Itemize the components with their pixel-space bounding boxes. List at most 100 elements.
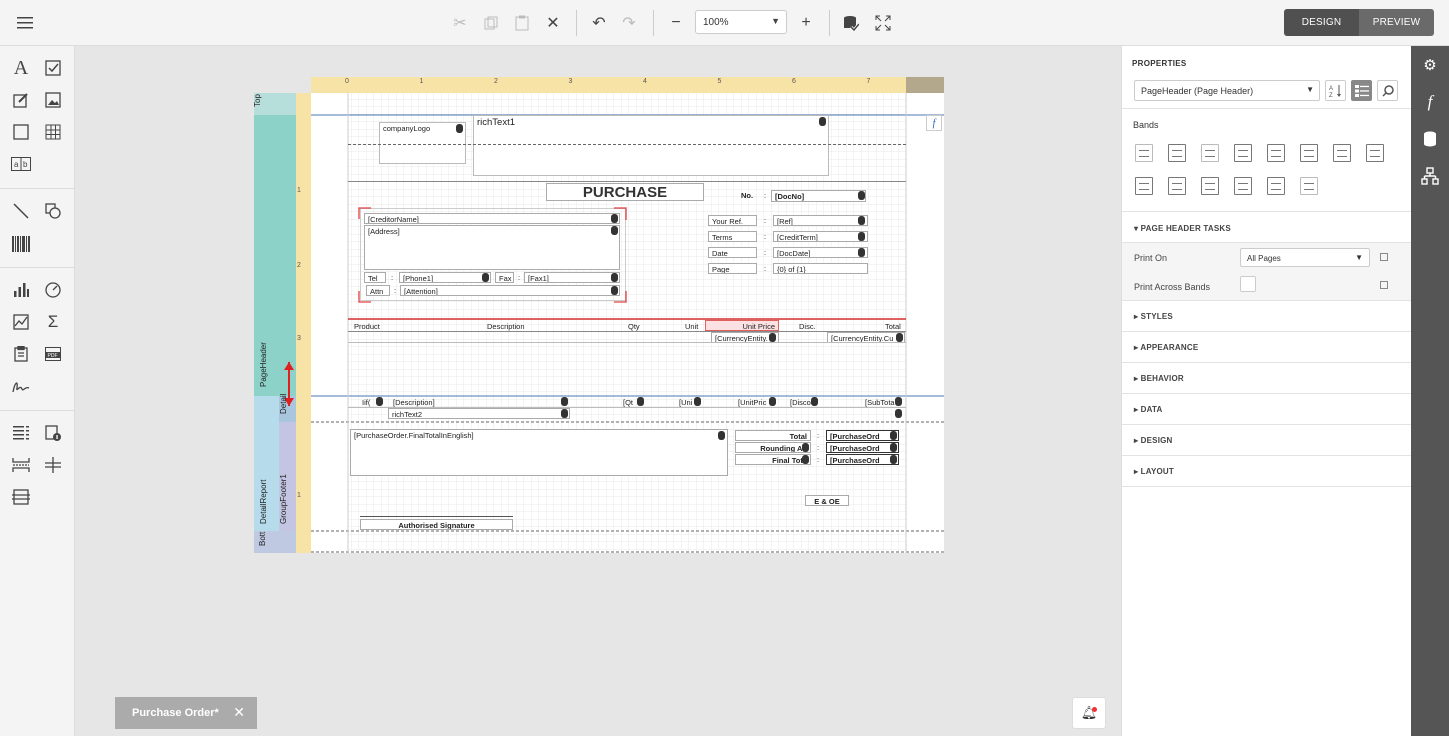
smart-tag-icon[interactable] — [896, 333, 903, 342]
page-header-band-icon[interactable] — [1201, 144, 1219, 162]
component-selector[interactable]: PageHeader (Page Header) ▼ — [1134, 80, 1320, 101]
smart-tag-icon[interactable] — [456, 124, 463, 133]
validate-bindings-icon[interactable] — [840, 12, 862, 34]
bottom-margin-band-icon[interactable] — [1168, 177, 1186, 195]
chart-tool-icon[interactable] — [9, 278, 33, 302]
doc-date-field[interactable]: [DocDate] — [773, 247, 868, 258]
smart-tag-icon[interactable] — [611, 226, 618, 235]
smart-tag-icon[interactable] — [895, 409, 902, 418]
page-header-tasks-header[interactable]: ▾ PAGE HEADER TASKS — [1122, 211, 1412, 243]
rich-text2-field[interactable]: richText2 — [388, 408, 570, 419]
tel-label[interactable]: Tel — [364, 272, 386, 283]
section-layout[interactable]: ▸ LAYOUT — [1122, 456, 1412, 487]
delete-icon[interactable]: ✕ — [542, 12, 564, 34]
section-design[interactable]: ▸ DESIGN — [1122, 425, 1412, 456]
vertical-total-band-icon[interactable] — [1300, 177, 1318, 195]
attention-field[interactable]: [Attention] — [400, 285, 620, 296]
expressions-icon[interactable]: f — [1420, 92, 1440, 112]
search-icon[interactable] — [1377, 80, 1398, 101]
section-appearance[interactable]: ▸ APPEARANCE — [1122, 332, 1412, 363]
field-list-database-icon[interactable] — [1420, 129, 1440, 149]
terms-label[interactable]: Terms — [708, 231, 757, 242]
group-header-band-icon[interactable] — [1234, 144, 1252, 162]
smart-tag-icon[interactable] — [376, 397, 383, 406]
section-behavior[interactable]: ▸ BEHAVIOR — [1122, 363, 1412, 394]
ref-field[interactable]: [Ref] — [773, 215, 868, 226]
smart-tag-icon[interactable] — [482, 273, 489, 282]
cross-band-box-tool-icon[interactable] — [9, 485, 33, 509]
shape-tool-icon[interactable] — [41, 199, 65, 223]
total-in-english-field[interactable]: [PurchaseOrder.FinalTotalInEnglish] — [350, 429, 728, 476]
fax-field[interactable]: [Fax1] — [524, 272, 620, 283]
checkbox-tool-icon[interactable] — [41, 56, 65, 80]
character-comb-tool-icon[interactable]: ab — [9, 152, 33, 176]
report-page[interactable]: 0 1 2 3 4 5 6 7 1 2 3 1 Top PageHeader Detail Deta… — [253, 77, 944, 553]
creditor-name-field[interactable]: [CreditorName] — [364, 213, 620, 224]
zoom-out-icon[interactable]: − — [665, 12, 687, 34]
smart-tag-icon[interactable] — [811, 397, 818, 406]
smart-tag-icon[interactable] — [890, 443, 897, 452]
smart-tag-icon[interactable] — [895, 397, 902, 406]
copy-icon[interactable] — [480, 12, 502, 34]
purchase-final-total-field[interactable]: [PurchaseOrd — [826, 454, 899, 465]
smart-tag-icon[interactable] — [611, 214, 618, 223]
subreport-tool-icon[interactable] — [9, 342, 33, 366]
redo-icon[interactable]: ↷ — [618, 12, 640, 34]
design-tab[interactable]: DESIGN — [1284, 9, 1359, 36]
smart-tag-icon[interactable] — [718, 431, 725, 440]
smart-tag-icon[interactable] — [890, 455, 897, 464]
page-info-field[interactable]: {0} of {1} — [773, 263, 868, 274]
eoe-label[interactable]: E & OE — [805, 495, 849, 506]
zoom-in-icon[interactable]: + — [795, 12, 817, 34]
report-header-band-icon[interactable] — [1168, 144, 1186, 162]
properties-gear-icon[interactable]: ⚙ — [1420, 55, 1440, 75]
print-across-bands-checkbox[interactable] — [1240, 276, 1256, 292]
preview-tab[interactable]: PREVIEW — [1359, 9, 1434, 36]
sort-alphabetical-icon[interactable]: AZ — [1325, 80, 1346, 101]
smart-tag-icon[interactable] — [819, 117, 826, 126]
close-tab-icon[interactable]: ✕ — [233, 704, 245, 721]
smart-tag-icon[interactable] — [858, 216, 865, 225]
line-tool-icon[interactable] — [9, 199, 33, 223]
panel-tool-icon[interactable] — [9, 120, 33, 144]
purchase-rounding-field[interactable]: [PurchaseOrd — [826, 442, 899, 453]
your-ref-label[interactable]: Your Ref. — [708, 215, 757, 226]
smart-tag-icon[interactable] — [561, 409, 568, 418]
page-label[interactable]: Page — [708, 263, 757, 274]
table-tool-icon[interactable] — [41, 120, 65, 144]
label-tool-icon[interactable]: A — [9, 56, 33, 80]
total-label[interactable]: Total — [735, 430, 811, 441]
page-break-tool-icon[interactable] — [9, 453, 33, 477]
smart-tag-icon[interactable] — [611, 273, 618, 282]
detail-report-band-icon[interactable] — [1300, 144, 1318, 162]
top-margin-band-icon[interactable] — [1135, 144, 1153, 162]
print-on-select[interactable]: All Pages ▼ — [1240, 248, 1370, 267]
fullscreen-icon[interactable] — [872, 12, 894, 34]
expression-badge-icon[interactable]: f — [926, 115, 942, 131]
categorized-view-icon[interactable] — [1351, 80, 1372, 101]
smart-tag-icon[interactable] — [769, 333, 776, 342]
smart-tag-icon[interactable] — [611, 286, 618, 295]
smart-tag-icon[interactable] — [858, 248, 865, 257]
credit-term-field[interactable]: [CreditTerm] — [773, 231, 868, 242]
smart-tag-icon[interactable] — [890, 431, 897, 440]
summary-tool-icon[interactable]: Σ — [41, 310, 65, 334]
company-logo-box[interactable]: companyLogo — [379, 122, 466, 164]
barcode-tool-icon[interactable] — [9, 232, 33, 256]
smart-tag-icon[interactable] — [769, 397, 776, 406]
vertical-header-band-icon[interactable] — [1234, 177, 1252, 195]
vertical-detail-band-icon[interactable] — [1267, 177, 1285, 195]
group-footer-band-icon[interactable] — [1333, 144, 1351, 162]
report-tab[interactable]: Purchase Order* ✕ — [115, 697, 257, 729]
authorised-signature-label[interactable]: Authorised Signature — [360, 519, 513, 530]
report-footer-band-icon[interactable] — [1366, 144, 1384, 162]
sparkline-tool-icon[interactable] — [9, 310, 33, 334]
smart-tag-icon[interactable] — [858, 191, 865, 200]
table-of-contents-tool-icon[interactable] — [9, 421, 33, 445]
report-title[interactable]: PURCHASE — [546, 183, 704, 201]
fax-label[interactable]: Fax — [495, 272, 514, 283]
gauge-tool-icon[interactable] — [41, 278, 65, 302]
smart-tag-icon[interactable] — [561, 397, 568, 406]
paste-icon[interactable] — [511, 12, 533, 34]
rich-text-tool-icon[interactable] — [9, 88, 33, 112]
